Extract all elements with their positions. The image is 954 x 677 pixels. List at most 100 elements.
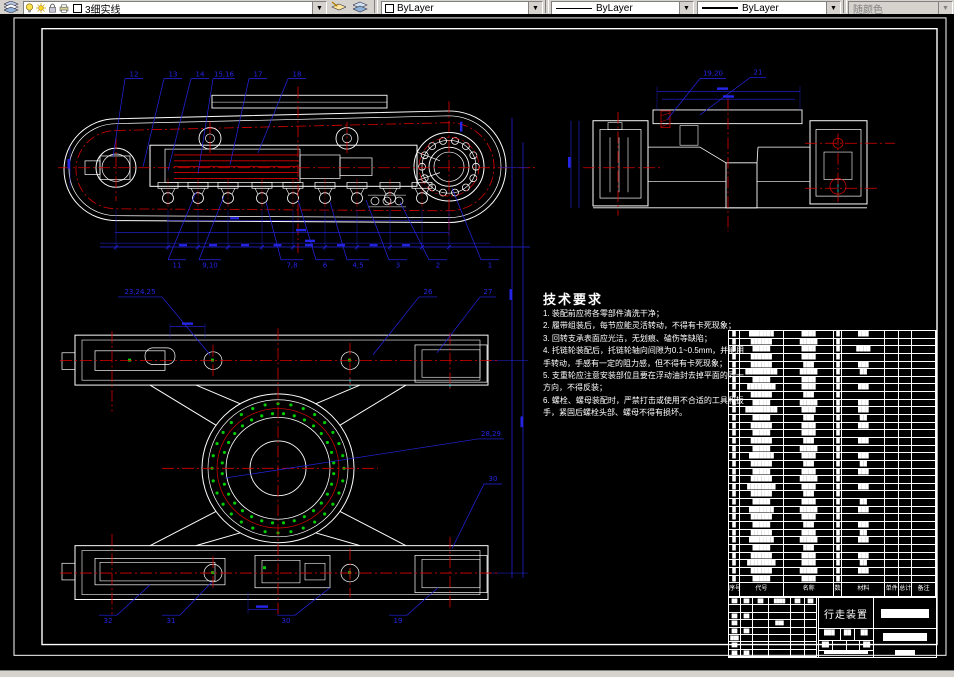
parts-list-cell: █: [729, 514, 740, 522]
parts-list-cell: ███: [784, 544, 835, 552]
parts-list-cell: ██: [842, 460, 886, 468]
color-dropdown-arrow[interactable]: ▼: [528, 2, 542, 14]
parts-list-cell: [899, 384, 913, 392]
parts-list-cell: █: [729, 430, 740, 437]
title-block-cell: ██: [855, 629, 873, 641]
parts-list-cell: [912, 499, 937, 506]
parts-list-cell: [912, 445, 937, 453]
parts-list-cell: ████: [784, 514, 835, 522]
balloon-label: 26: [424, 288, 433, 296]
parts-list-cell: [885, 460, 900, 468]
parts-list-rows: █ ███████ ████ █ ███ █ ██████ █████ █ █ █████ ████ █…: [729, 331, 937, 583]
parts-list-cell: [912, 415, 937, 422]
tech-req-line: 方向，不得反装；: [543, 383, 607, 393]
parts-list-cell: [899, 415, 913, 422]
parts-list-cell: ████████: [740, 560, 784, 567]
parts-list-cell: █: [729, 499, 740, 506]
parts-list-cell: [899, 445, 913, 453]
balloon-label: 27: [484, 288, 493, 296]
parts-list-cell: █: [834, 529, 843, 537]
parts-list-cell: █: [729, 407, 740, 415]
parts-list-cell: █████: [740, 499, 784, 506]
parts-list-cell: ████: [784, 499, 835, 506]
parts-list-cell: █████: [740, 430, 784, 437]
parts-list-cell: ██████: [740, 567, 784, 575]
parts-list-cell: [885, 445, 900, 453]
balloon-label: 18: [293, 71, 302, 79]
lineweight-control-combo[interactable]: ByLayer ▼: [697, 1, 841, 15]
parts-list-cell: [885, 522, 900, 529]
make-object-layer-current-button[interactable]: [328, 0, 348, 13]
title-block-grid-cell: [753, 620, 769, 628]
title-block-grid-cell: [805, 634, 817, 643]
parts-list-row: ██████████████████: [729, 369, 937, 377]
layer-lock-icon[interactable]: [48, 3, 57, 13]
parts-list-cell: [885, 552, 900, 560]
parts-list-cell: ████: [784, 453, 835, 460]
parts-list-cell: ███████: [740, 506, 784, 514]
layer-freeze-sun-icon[interactable]: [36, 3, 46, 13]
parts-list-cell: █: [729, 476, 740, 483]
end-view: [568, 86, 895, 232]
parts-list-cell: ████: [784, 529, 835, 537]
parts-list-cell: ███: [842, 361, 886, 369]
layer-plot-icon[interactable]: [59, 4, 69, 13]
plan-view-balloons: 23,24,25 26 27 28,29 30 32 31 30 19: [99, 288, 504, 625]
parts-list-cell: [842, 338, 886, 346]
parts-list-cell: [912, 522, 937, 529]
title-block-grid-cell: [753, 642, 769, 650]
title-block-cell: ██: [840, 629, 856, 641]
parts-list-cell: █████: [740, 415, 784, 422]
parts-list-cell: █████: [784, 445, 835, 453]
title-block-grid-cell: [769, 634, 791, 643]
title-block-grid-cell: ██: [791, 598, 805, 606]
parts-list-cell: ████: [784, 422, 835, 430]
title-block-grid-cell: ██: [729, 612, 741, 621]
layer-on-bulb-icon[interactable]: [25, 3, 34, 13]
title-block-grid-cell: [805, 605, 817, 613]
color-control-combo[interactable]: ByLayer ▼: [381, 1, 543, 15]
title-block-grid-cell: [769, 642, 791, 650]
parts-list-cell: █: [834, 468, 843, 476]
parts-list-cell: █: [729, 567, 740, 575]
parts-list-cell: █: [834, 437, 843, 445]
parts-list-cell: █: [729, 331, 740, 338]
linetype-control-combo[interactable]: ByLayer ▼: [551, 1, 694, 15]
layer-previous-button[interactable]: [350, 0, 370, 13]
parts-list-cell: [899, 499, 913, 506]
plotstyle-control-combo: 随颜色 ▼: [848, 1, 953, 15]
parts-list-cell: ███: [842, 468, 886, 476]
parts-list-cell: [912, 529, 937, 537]
parts-list-cell: █████████: [740, 369, 784, 376]
title-block-grid-cell: [805, 649, 817, 657]
parts-list-cell: ██████: [740, 361, 784, 369]
parts-list-cell: [885, 369, 900, 376]
balloon-label: 23,24,25: [124, 288, 155, 296]
title-block-grid-cell: [769, 612, 791, 621]
balloon-label: 30: [282, 617, 291, 625]
title-block-grid-cell: [791, 649, 805, 657]
parts-list-cell: [899, 491, 913, 499]
parts-list-cell: █: [729, 422, 740, 430]
parts-list-cell: █████: [740, 468, 784, 476]
linetype-dropdown-arrow[interactable]: ▼: [679, 2, 693, 14]
balloon-label: 30: [489, 475, 498, 483]
parts-list-cell: █: [729, 491, 740, 499]
layer-control-combo[interactable]: 3细实线 ▼: [23, 1, 327, 15]
parts-list-row: ██████████████████: [729, 407, 937, 416]
parts-list-cell: [885, 376, 900, 384]
title-block-grid-cell: [805, 642, 817, 650]
title-block-right: [874, 598, 936, 657]
lineweight-dropdown-arrow[interactable]: ▼: [826, 2, 840, 14]
layer-name-value: 3细实线: [85, 4, 121, 15]
parts-list-cell: ███: [784, 460, 835, 468]
layer-dropdown-arrow[interactable]: ▼: [312, 2, 326, 14]
layer-manager-button[interactable]: [2, 0, 20, 13]
parts-list-cell: ██████: [740, 392, 784, 399]
toolbar-separator: [545, 0, 549, 13]
scale-cell: [874, 645, 936, 659]
parts-list-cell: [899, 361, 913, 369]
parts-list-header-cell: 备注: [912, 583, 937, 596]
balloon-label: 19: [394, 617, 403, 625]
parts-list-cell: ███: [784, 361, 835, 369]
